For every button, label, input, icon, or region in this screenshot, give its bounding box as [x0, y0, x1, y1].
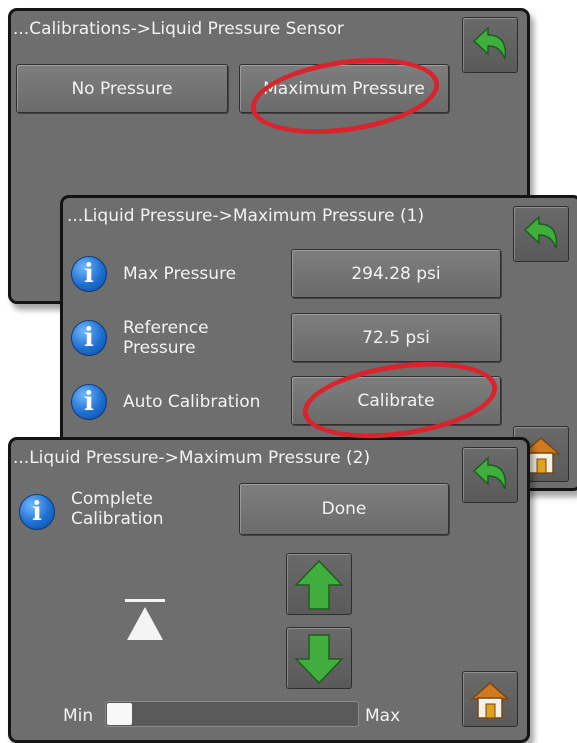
back-button[interactable] [513, 206, 569, 262]
down-arrow-icon [294, 634, 344, 685]
reference-pressure-value[interactable]: 72.5 psi [291, 313, 501, 362]
up-arrow-icon [294, 559, 344, 610]
complete-calibration-label: Complete Calibration [71, 489, 164, 529]
reference-pressure-info-icon[interactable]: i [71, 320, 107, 356]
max-pressure-info-icon[interactable]: i [71, 256, 107, 292]
min-label: Min [63, 706, 94, 726]
increase-button[interactable] [286, 553, 352, 615]
decrease-button[interactable] [286, 627, 352, 689]
back-arrow-icon [472, 26, 507, 60]
complete-calibration-info-icon[interactable]: i [19, 494, 55, 530]
panel-title: ...Liquid Pressure->Maximum Pressure (2) [13, 448, 371, 468]
panel-title: ...Calibrations->Liquid Pressure Sensor [13, 19, 344, 39]
slider-fill [107, 703, 132, 725]
max-pressure-value[interactable]: 294.28 psi [291, 249, 501, 298]
back-button[interactable] [462, 17, 518, 73]
pressure-level-marker [125, 599, 165, 640]
auto-calibration-label: Auto Calibration [123, 392, 261, 412]
home-button[interactable] [462, 671, 518, 727]
reference-pressure-label: Reference Pressure [123, 318, 209, 358]
done-button[interactable]: Done [239, 483, 449, 535]
back-button[interactable] [462, 447, 518, 503]
pressure-slider[interactable] [105, 701, 359, 727]
no-pressure-button[interactable]: No Pressure [16, 64, 228, 113]
back-arrow-icon [523, 215, 558, 249]
max-pressure-label: Max Pressure [123, 264, 237, 284]
max-label: Max [365, 706, 401, 726]
back-arrow-icon [472, 456, 507, 490]
home-icon [470, 681, 510, 719]
auto-calibration-info-icon[interactable]: i [71, 384, 107, 420]
panel-title: ...Liquid Pressure->Maximum Pressure (1) [67, 206, 425, 226]
maximum-pressure-2-panel: ...Liquid Pressure->Maximum Pressure (2)… [8, 437, 530, 743]
